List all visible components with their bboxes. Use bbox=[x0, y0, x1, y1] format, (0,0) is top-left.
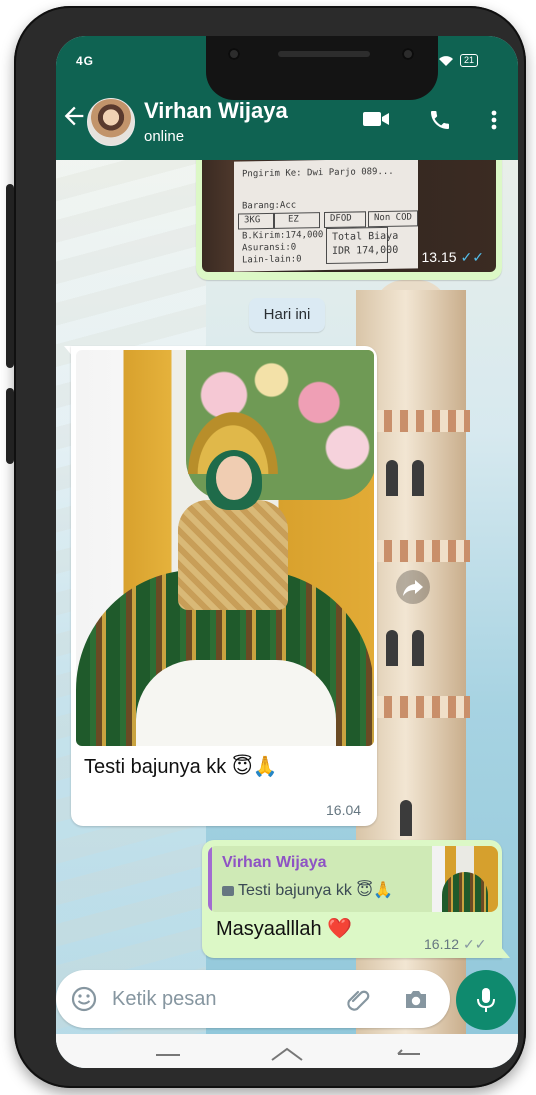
forward-button[interactable] bbox=[396, 570, 430, 604]
delivered-ticks-icon: ✓✓ bbox=[463, 936, 487, 952]
quoted-emoji: 😇🙏 bbox=[356, 880, 393, 899]
caption-emoji: 😇🙏 bbox=[231, 754, 278, 778]
read-ticks-icon: ✓✓ bbox=[460, 249, 484, 265]
system-nav-bar bbox=[56, 1034, 518, 1068]
back-nav-icon[interactable] bbox=[396, 1048, 422, 1062]
quoted-text: Testi bajunya kk 😇🙏 bbox=[222, 880, 393, 900]
caption-text: Testi bajunya kk bbox=[84, 756, 227, 778]
receipt-time: 13.15 bbox=[421, 249, 457, 265]
bubble-tail bbox=[500, 946, 510, 958]
quoted-message[interactable]: Virhan Wijaya Testi bajunya kk 😇🙏 bbox=[208, 846, 498, 912]
battery-icon: 21 bbox=[459, 54, 478, 67]
receipt-line: IDR 174,000 bbox=[332, 244, 399, 257]
photo-face bbox=[216, 456, 252, 500]
contact-name[interactable]: Virhan Wijaya bbox=[144, 98, 288, 124]
receipt-line: DFOD bbox=[330, 213, 352, 224]
camera bbox=[402, 48, 414, 60]
camera bbox=[228, 48, 240, 60]
emoji-icon[interactable] bbox=[70, 985, 98, 1013]
attach-icon[interactable] bbox=[344, 985, 372, 1013]
wallpaper-window bbox=[412, 630, 424, 666]
more-vert-icon[interactable] bbox=[486, 108, 502, 132]
quoted-author: Virhan Wijaya bbox=[222, 854, 327, 871]
quoted-caption: Testi bajunya kk bbox=[238, 882, 352, 899]
contact-status: online bbox=[144, 128, 185, 145]
recents-nav-icon[interactable] bbox=[156, 1054, 180, 1056]
message-input-bar[interactable]: Ketik pesan bbox=[56, 970, 450, 1028]
receipt-line: 3KG bbox=[244, 215, 261, 226]
receipt-line: Total Biaya bbox=[332, 230, 399, 243]
receipt-line: B.Kirim:174,000 bbox=[242, 230, 324, 242]
message-body: Masyaalllah bbox=[216, 918, 322, 940]
message-time: 16.04 bbox=[326, 802, 362, 818]
wallpaper-window bbox=[386, 460, 398, 496]
speaker bbox=[278, 51, 370, 57]
wifi-icon bbox=[438, 55, 453, 66]
phone-icon[interactable] bbox=[428, 108, 452, 132]
receipt-line: Non COD bbox=[374, 212, 412, 224]
camera-icon[interactable] bbox=[402, 985, 430, 1013]
quoted-thumbnail bbox=[432, 846, 498, 912]
back-arrow-icon[interactable] bbox=[60, 102, 88, 130]
home-nav-icon[interactable] bbox=[270, 1046, 304, 1062]
microphone-icon bbox=[477, 988, 495, 1012]
message-time: 13.15 ✓✓ bbox=[421, 249, 484, 266]
photo-dress bbox=[178, 500, 288, 610]
receipt-line: Barang:Acc bbox=[242, 200, 297, 212]
date-chip: Hari ini bbox=[249, 298, 325, 332]
avatar[interactable] bbox=[87, 98, 135, 146]
message-time: 16.12 ✓✓ bbox=[424, 936, 487, 953]
photo-sheet bbox=[136, 660, 336, 746]
quote-bar bbox=[208, 846, 212, 912]
receipt-line: Lain-lain:0 bbox=[242, 254, 302, 266]
message-input[interactable]: Ketik pesan bbox=[112, 988, 217, 1011]
outgoing-time: 16.12 bbox=[424, 936, 460, 952]
message-photo[interactable] bbox=[76, 350, 374, 746]
wallpaper-window bbox=[400, 800, 412, 836]
receipt-photo[interactable]: Pngirim Ke: Dwi Parjo 089... Barang:Acc … bbox=[202, 160, 496, 272]
status-icons: 21 bbox=[438, 54, 478, 67]
receipt-line: Asuransi:0 bbox=[242, 242, 297, 254]
screen: 4G 21 Virhan Wijaya online Pngirim Ke: D… bbox=[56, 36, 518, 1068]
chat-area[interactable]: Pngirim Ke: Dwi Parjo 089... Barang:Acc … bbox=[56, 160, 518, 1068]
receipt-line: EZ bbox=[288, 214, 299, 225]
heart-emoji: ❤️ bbox=[327, 916, 353, 940]
notch bbox=[206, 36, 438, 100]
side-button bbox=[6, 184, 14, 368]
image-icon bbox=[222, 885, 234, 896]
signal-indicator: 4G bbox=[76, 54, 95, 68]
message-text: Masyaalllah ❤️ bbox=[216, 916, 352, 941]
wallpaper-window bbox=[386, 630, 398, 666]
video-call-icon[interactable] bbox=[362, 108, 390, 130]
side-button bbox=[6, 388, 14, 464]
receipt-line: Pngirim Ke: Dwi Parjo 089... bbox=[242, 166, 394, 180]
phone-frame: 4G 21 Virhan Wijaya online Pngirim Ke: D… bbox=[6, 6, 526, 1088]
forward-icon bbox=[403, 580, 423, 596]
wallpaper-window bbox=[412, 460, 424, 496]
message-caption: Testi bajunya kk 😇🙏 bbox=[84, 754, 278, 779]
mic-button[interactable] bbox=[456, 970, 516, 1030]
receipt-paper: Pngirim Ke: Dwi Parjo 089... Barang:Acc … bbox=[234, 160, 418, 272]
